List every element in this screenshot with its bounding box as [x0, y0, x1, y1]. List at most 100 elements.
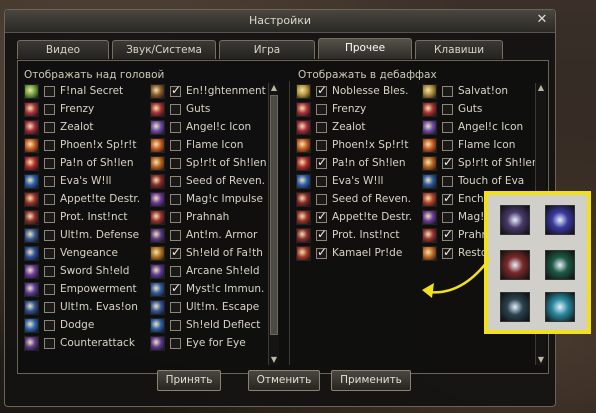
scroll-up-icon[interactable]: ▲	[536, 83, 546, 93]
option-row[interactable]: Sword Sh!eld	[24, 263, 144, 281]
option-checkbox[interactable]	[44, 86, 55, 97]
option-row[interactable]: Ant!m. Armor	[150, 227, 270, 245]
option-checkbox[interactable]	[316, 122, 327, 133]
option-checkbox[interactable]	[44, 338, 55, 349]
option-checkbox[interactable]	[170, 158, 181, 169]
option-row[interactable]: Noblesse Bles.	[296, 83, 416, 101]
scroll-down-icon[interactable]: ▼	[269, 355, 279, 365]
option-checkbox[interactable]	[44, 284, 55, 295]
option-checkbox[interactable]	[170, 338, 181, 349]
option-row[interactable]: Empowerment	[24, 281, 144, 299]
option-row[interactable]: Sh!eld of Fa!th	[150, 245, 270, 263]
option-checkbox[interactable]	[44, 194, 55, 205]
option-checkbox[interactable]	[170, 122, 181, 133]
accept-button[interactable]: Принять	[157, 370, 221, 391]
option-checkbox[interactable]	[316, 245, 327, 259]
option-checkbox[interactable]	[170, 266, 181, 277]
option-checkbox[interactable]	[170, 176, 181, 187]
tab-4[interactable]: Клавиши	[415, 40, 503, 59]
option-row[interactable]: Appet!te Destr.	[24, 191, 144, 209]
option-checkbox[interactable]	[44, 104, 55, 115]
option-checkbox[interactable]	[170, 83, 181, 97]
option-row[interactable]: Pa!n of Sh!len	[24, 155, 144, 173]
option-checkbox[interactable]	[442, 140, 453, 151]
tab-2[interactable]: Игра	[219, 40, 315, 59]
option-row[interactable]: Seed of Reven.	[150, 173, 270, 191]
option-checkbox[interactable]	[44, 122, 55, 133]
option-row[interactable]: En!!ghtenment	[150, 83, 270, 101]
option-row[interactable]: Touch of Eva	[422, 173, 542, 191]
option-row[interactable]: F!nal Secret	[24, 83, 144, 101]
option-row[interactable]: Ult!m. Defense	[24, 227, 144, 245]
option-checkbox[interactable]	[442, 191, 453, 205]
option-checkbox[interactable]	[316, 83, 327, 97]
option-checkbox[interactable]	[44, 176, 55, 187]
option-row[interactable]: Prot. Inst!nct	[24, 209, 144, 227]
cancel-button[interactable]: Отменить	[248, 370, 320, 391]
option-checkbox[interactable]	[442, 227, 453, 241]
option-row[interactable]: Salvat!on	[422, 83, 542, 101]
option-row[interactable]: Zealot	[24, 119, 144, 137]
title-bar[interactable]: Настройки ✕	[5, 10, 555, 33]
option-checkbox[interactable]	[442, 104, 453, 115]
option-row[interactable]: Guts	[150, 101, 270, 119]
option-checkbox[interactable]	[170, 104, 181, 115]
option-checkbox[interactable]	[442, 122, 453, 133]
option-checkbox[interactable]	[170, 302, 181, 313]
option-row[interactable]: Arcane Sh!eld	[150, 263, 270, 281]
option-row[interactable]: Sp!r!t of Sh!len	[422, 155, 542, 173]
option-checkbox[interactable]	[170, 212, 181, 223]
scroll-down-icon[interactable]: ▼	[536, 355, 546, 365]
option-checkbox[interactable]	[316, 155, 327, 169]
option-checkbox[interactable]	[316, 209, 327, 223]
apply-button[interactable]: Применить	[331, 370, 411, 391]
option-checkbox[interactable]	[442, 155, 453, 169]
option-checkbox[interactable]	[44, 302, 55, 313]
option-row[interactable]: Sp!r!t of Sh!len	[150, 155, 270, 173]
option-row[interactable]: Counterattack	[24, 335, 144, 353]
option-row[interactable]: Angel!c Icon	[150, 119, 270, 137]
option-row[interactable]: Angel!c Icon	[422, 119, 542, 137]
scroll-thumb[interactable]	[270, 95, 278, 335]
option-row[interactable]: Frenzy	[24, 101, 144, 119]
option-row[interactable]: Zealot	[296, 119, 416, 137]
tab-3[interactable]: Прочее	[318, 38, 412, 59]
option-row[interactable]: Phoen!x Sp!r!t	[24, 137, 144, 155]
option-row[interactable]: Ult!m. Evas!on	[24, 299, 144, 317]
option-row[interactable]: Eva's W!ll	[296, 173, 416, 191]
option-checkbox[interactable]	[316, 140, 327, 151]
option-row[interactable]: Sh!eld Deflect	[150, 317, 270, 335]
option-checkbox[interactable]	[442, 212, 453, 223]
option-row[interactable]: Ult!m. Escape	[150, 299, 270, 317]
option-checkbox[interactable]	[170, 245, 181, 259]
option-row[interactable]: Pa!n of Sh!len	[296, 155, 416, 173]
close-icon[interactable]: ✕	[535, 13, 549, 27]
option-checkbox[interactable]	[442, 176, 453, 187]
option-row[interactable]: Phoen!x Sp!r!t	[296, 137, 416, 155]
option-checkbox[interactable]	[44, 140, 55, 151]
option-checkbox[interactable]	[170, 194, 181, 205]
option-row[interactable]: Seed of Reven.	[296, 191, 416, 209]
option-checkbox[interactable]	[44, 320, 55, 331]
option-row[interactable]: Myst!c Immun.	[150, 281, 270, 299]
option-checkbox[interactable]	[170, 320, 181, 331]
option-row[interactable]: Prahnah	[150, 209, 270, 227]
option-checkbox[interactable]	[44, 266, 55, 277]
option-checkbox[interactable]	[170, 140, 181, 151]
option-checkbox[interactable]	[170, 281, 181, 295]
option-row[interactable]: Mag!c Impulse	[150, 191, 270, 209]
option-checkbox[interactable]	[316, 104, 327, 115]
option-row[interactable]: Vengeance	[24, 245, 144, 263]
option-row[interactable]: Flame Icon	[422, 137, 542, 155]
option-row[interactable]: Kamael Pr!de	[296, 245, 416, 263]
option-checkbox[interactable]	[170, 230, 181, 241]
option-checkbox[interactable]	[44, 248, 55, 259]
scroll-up-icon[interactable]: ▲	[269, 83, 279, 93]
option-checkbox[interactable]	[316, 194, 327, 205]
option-checkbox[interactable]	[316, 176, 327, 187]
option-row[interactable]: Appet!te Destr.	[296, 209, 416, 227]
option-row[interactable]: Eva's W!ll	[24, 173, 144, 191]
option-row[interactable]: Flame Icon	[150, 137, 270, 155]
option-row[interactable]: Prot. Inst!nct	[296, 227, 416, 245]
option-row[interactable]: Frenzy	[296, 101, 416, 119]
